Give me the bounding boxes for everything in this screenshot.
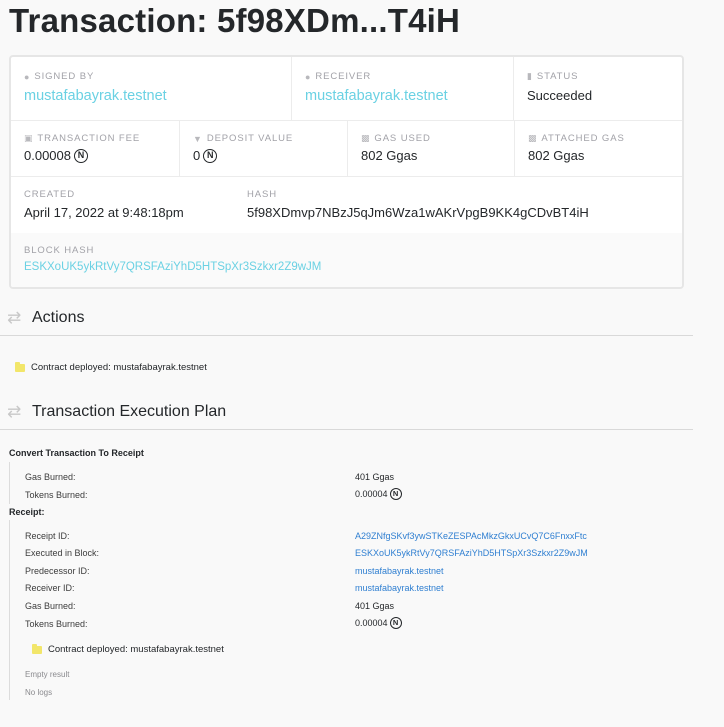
receiver-label: RECEIVER xyxy=(315,71,372,82)
block-hash-cell: BLOCK HASH ESKXoUK5ykRtVy7QRSFAziYhD5HTS… xyxy=(11,233,682,287)
near-token-icon: N xyxy=(389,488,402,500)
created-label: CREATED xyxy=(24,189,75,200)
executed-in-block-link[interactable]: ESKXoUK5ykRtVy7QRSFAziYhD5HTSpXr3Szkxr2Z… xyxy=(355,548,588,558)
action-item-text: Contract deployed: mustafabayrak.testnet xyxy=(31,362,207,373)
summary-row-parties: ● SIGNED BY mustafabayrak.testnet ● RECEIV… xyxy=(11,57,682,121)
deposit-cell: ▼ DEPOSIT VALUE 0N xyxy=(179,121,347,176)
convert-gas-burned-key: Gas Burned: xyxy=(25,472,76,482)
gas-icon: ▩ xyxy=(528,133,538,143)
empty-result-text: Empty result xyxy=(25,670,70,679)
execution-plan-section-header: ⇄ Transaction Execution Plan xyxy=(0,394,693,430)
hash-label: HASH xyxy=(247,189,277,200)
action-item: Contract deployed: mustafabayrak.testnet xyxy=(15,361,207,373)
folder-icon xyxy=(15,361,25,372)
status-icon: ▮ xyxy=(527,71,533,81)
folder-icon xyxy=(32,643,42,654)
receipt-tokens-burned-value: 0.00004 xyxy=(355,618,388,628)
predecessor-id-link[interactable]: mustafabayrak.testnet xyxy=(355,566,444,576)
receiver-id-link[interactable]: mustafabayrak.testnet xyxy=(355,583,444,593)
user-icon: ● xyxy=(305,71,312,82)
status-cell: ▮ STATUS Succeeded xyxy=(513,57,682,120)
near-token-icon: N xyxy=(389,617,402,629)
convert-tokens-burned-key: Tokens Burned: xyxy=(25,490,88,500)
receipt-title: Receipt: xyxy=(9,507,45,517)
convert-tokens-burned-value: 0.00004 xyxy=(355,489,388,499)
receiver-cell: ● RECEIVER mustafabayrak.testnet xyxy=(291,57,513,120)
receiver-link[interactable]: mustafabayrak.testnet xyxy=(305,88,448,104)
gas-used-label: GAS USED xyxy=(374,133,431,144)
fee-label: TRANSACTION FEE xyxy=(37,133,141,144)
gas-used-value: 802 Ggas xyxy=(361,148,418,163)
tree-line xyxy=(9,520,10,700)
block-hash-link[interactable]: ESKXoUK5ykRtVy7QRSFAziYhD5HTSpXr3Szkxr2Z… xyxy=(24,261,321,273)
receipt-id-link[interactable]: A29ZNfgSKvf3ywSTKeZESPAcMkzGkxUCvQ7C6Fnx… xyxy=(355,531,587,541)
receipt-tokens-burned-key: Tokens Burned: xyxy=(25,619,88,629)
actions-section-header: ⇄ Actions xyxy=(0,300,693,336)
fee-value: 0.00008 xyxy=(24,148,71,163)
summary-row-costs: ▣ TRANSACTION FEE 0.00008 N ▼ DEPOSIT VALUE… xyxy=(11,121,682,177)
signed-by-label: SIGNED BY xyxy=(34,71,95,82)
transaction-summary-card: ● SIGNED BY mustafabayrak.testnet ● RECEIV… xyxy=(9,55,684,289)
receipt-action-item: Contract deployed: mustafabayrak.testnet xyxy=(32,643,224,655)
attached-gas-value: 802 Ggas xyxy=(528,148,585,163)
no-logs-text: No logs xyxy=(25,688,53,697)
user-icon: ● xyxy=(24,71,31,82)
convert-gas-burned-value: 401 Ggas xyxy=(355,472,395,482)
gas-icon: ▩ xyxy=(361,133,371,143)
deposit-value: 0 xyxy=(193,148,201,163)
hash-value: 5f98XDmvp7NBzJ5qJm6Wza1wAKrVpgB9KK4gCDvB… xyxy=(247,205,589,220)
summary-row-block: BLOCK HASH ESKXoUK5ykRtVy7QRSFAziYhD5HTS… xyxy=(11,233,682,287)
status-value: Succeeded xyxy=(527,88,593,103)
status-label: STATUS xyxy=(536,71,579,82)
page-title: Transaction: 5f98XDm...T4iH xyxy=(9,2,461,39)
tree-line xyxy=(9,462,10,504)
hash-cell: HASH 5f98XDmvp7NBzJ5qJm6Wza1wAKrVpgB9KK4… xyxy=(234,177,682,233)
transfer-arrows-icon: ⇄ xyxy=(7,401,22,421)
attached-gas-label: ATTACHED GAS xyxy=(541,133,625,144)
attached-gas-cell: ▩ ATTACHED GAS 802 Ggas xyxy=(514,121,682,176)
deposit-label: DEPOSIT VALUE xyxy=(206,133,294,144)
receipt-action-text: Contract deployed: mustafabayrak.testnet xyxy=(48,644,224,655)
fee-cell: ▣ TRANSACTION FEE 0.00008 N xyxy=(11,121,179,176)
executed-in-block-key: Executed in Block: xyxy=(25,548,100,558)
near-token-icon: N xyxy=(74,148,88,163)
gas-used-cell: ▩ GAS USED 802 Ggas xyxy=(347,121,514,176)
summary-row-meta: CREATED April 17, 2022 at 9:48:18pm HASH… xyxy=(11,177,682,233)
created-value: April 17, 2022 at 9:48:18pm xyxy=(24,205,184,220)
receipt-id-key: Receipt ID: xyxy=(25,531,70,541)
actions-heading: Actions xyxy=(32,308,85,326)
predecessor-id-key: Predecessor ID: xyxy=(25,566,90,576)
created-cell: CREATED April 17, 2022 at 9:48:18pm xyxy=(11,177,234,233)
convert-title: Convert Transaction To Receipt xyxy=(9,448,144,458)
transfer-arrows-icon: ⇄ xyxy=(7,307,22,327)
execution-plan-heading: Transaction Execution Plan xyxy=(32,402,227,420)
deposit-icon: ▼ xyxy=(193,133,203,144)
block-hash-label: BLOCK HASH xyxy=(24,245,95,256)
receipt-gas-burned-key: Gas Burned: xyxy=(25,601,76,611)
receipt-gas-burned-value: 401 Ggas xyxy=(355,601,395,611)
fee-icon: ▣ xyxy=(24,133,34,143)
signed-by-link[interactable]: mustafabayrak.testnet xyxy=(24,88,167,104)
signed-by-cell: ● SIGNED BY mustafabayrak.testnet xyxy=(11,57,291,120)
near-token-icon: N xyxy=(203,148,218,163)
receiver-id-key: Receiver ID: xyxy=(25,583,75,593)
